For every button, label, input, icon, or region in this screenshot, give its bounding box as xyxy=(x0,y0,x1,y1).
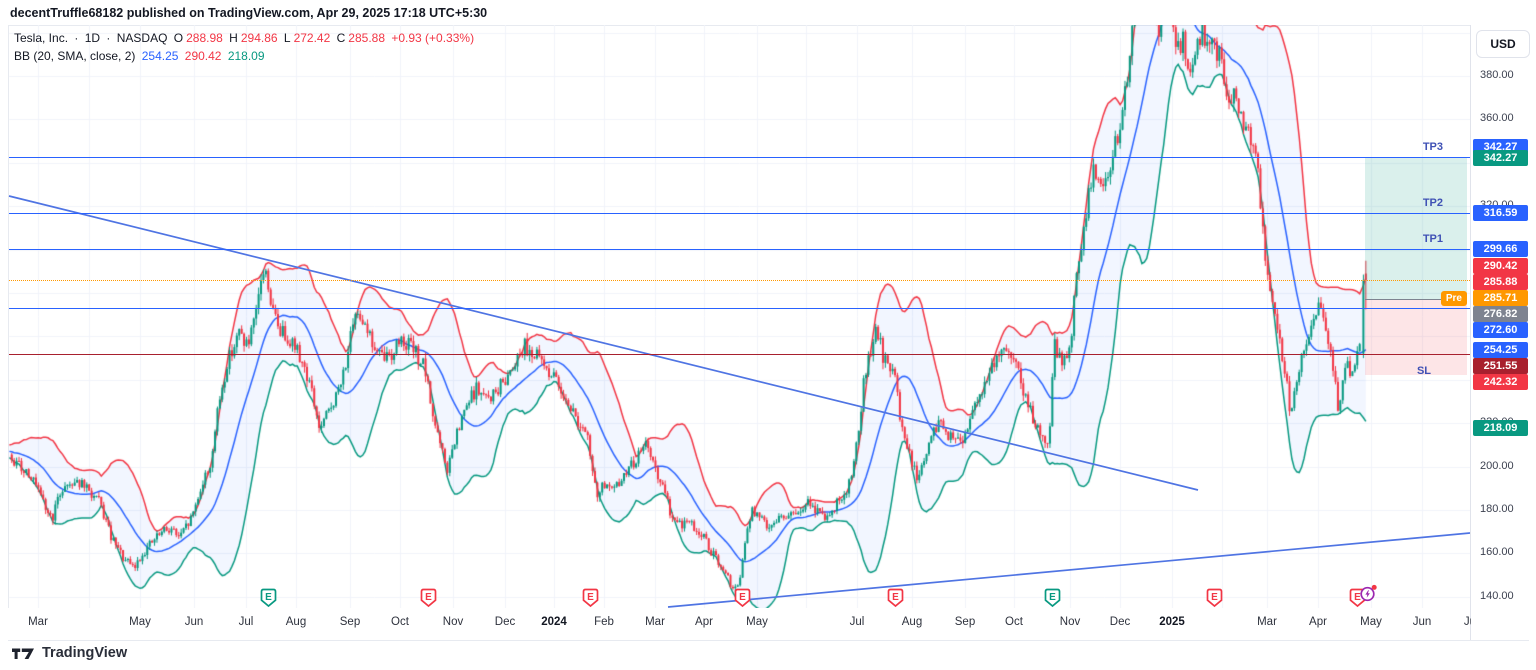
bb-middle-value: 254.25 xyxy=(142,49,179,63)
timeframe[interactable]: 1D xyxy=(85,31,100,45)
price-label: 254.25 xyxy=(1473,342,1528,358)
exchange: NASDAQ xyxy=(117,31,168,45)
price-label: 272.60 xyxy=(1473,322,1528,338)
high-value: 294.86 xyxy=(241,31,278,45)
month-label: Mar xyxy=(1257,616,1277,628)
year-label: 2024 xyxy=(541,616,567,628)
svg-text:E: E xyxy=(265,592,272,603)
open-value: 288.98 xyxy=(186,31,223,45)
price-tick: 180.00 xyxy=(1480,503,1514,515)
tp1-label: TP1 xyxy=(1423,233,1443,245)
svg-text:E: E xyxy=(425,592,432,603)
month-label: Apr xyxy=(695,616,713,628)
price-label: 276.82 xyxy=(1473,306,1528,322)
month-label: Sep xyxy=(955,616,975,628)
price-label: 299.66 xyxy=(1473,241,1528,257)
tradingview-published-chart: decentTruffle68182 published on TradingV… xyxy=(0,0,1536,670)
close-value: 285.88 xyxy=(348,31,385,45)
trendlines-layer[interactable] xyxy=(0,25,1470,608)
symbol-header-row[interactable]: Tesla, Inc. · 1D · NASDAQ O288.98 H294.8… xyxy=(14,31,477,45)
price-tick: 140.00 xyxy=(1480,590,1514,602)
time-axis[interactable]: Mar May Jun Jul Aug Sep Oct Nov Dec 2024 Feb Mar Apr… xyxy=(0,608,1470,640)
attribution-text: decentTruffle68182 published on TradingV… xyxy=(10,6,487,20)
level-line-tp1[interactable] xyxy=(9,249,1470,250)
month-label: Mar xyxy=(28,616,48,628)
month-label: May xyxy=(129,616,151,628)
price-label: 290.42 xyxy=(1473,258,1528,274)
svg-text:E: E xyxy=(1049,592,1056,603)
month-label: Aug xyxy=(902,616,922,628)
tradingview-logo-text: TradingView xyxy=(42,645,127,661)
month-label: Dec xyxy=(1110,616,1130,628)
price-label: 285.71 xyxy=(1473,290,1528,306)
trendline-descending[interactable] xyxy=(9,196,1198,490)
bb-lower-value: 218.09 xyxy=(228,49,265,63)
month-label: Mar xyxy=(645,616,665,628)
price-tick: 200.00 xyxy=(1480,460,1514,472)
month-label: Nov xyxy=(443,616,463,628)
month-label: Dec xyxy=(495,616,515,628)
month-label: Jul xyxy=(850,616,865,628)
indicator-name[interactable]: BB (20, SMA, close, 2) xyxy=(14,49,135,63)
svg-text:E: E xyxy=(1211,592,1218,603)
earnings-badge[interactable]: E xyxy=(582,588,614,610)
indicator-header-row[interactable]: BB (20, SMA, close, 2) 254.25 290.42 218… xyxy=(14,49,268,63)
bb-upper-value: 290.42 xyxy=(185,49,222,63)
earnings-badge[interactable]: E xyxy=(1206,588,1238,610)
month-label: Jun xyxy=(185,616,204,628)
month-label: Feb xyxy=(594,616,614,628)
low-value: 272.42 xyxy=(294,31,331,45)
tradingview-logo-icon xyxy=(12,646,35,661)
change-value: +0.93 (+0.33%) xyxy=(391,31,474,45)
month-label: May xyxy=(1360,616,1382,628)
month-label: Sep xyxy=(340,616,360,628)
price-tick: 160.00 xyxy=(1480,546,1514,558)
year-label: 2025 xyxy=(1159,616,1185,628)
level-line-horizontal-251[interactable] xyxy=(9,354,1470,355)
tp3-label: TP3 xyxy=(1423,141,1443,153)
earnings-badge[interactable]: E xyxy=(420,588,452,610)
month-label: May xyxy=(746,616,768,628)
tradingview-logo[interactable]: TradingView xyxy=(12,645,127,661)
premarket-tag: Pre xyxy=(1441,291,1467,306)
price-label: 342.27 xyxy=(1473,150,1528,166)
level-line-support-272[interactable] xyxy=(9,308,1470,309)
earnings-badge[interactable]: E xyxy=(1349,588,1381,610)
symbol-name[interactable]: Tesla, Inc. xyxy=(14,31,68,45)
earnings-alarm-icon xyxy=(1359,584,1378,603)
earnings-badge[interactable]: E xyxy=(887,588,919,610)
price-tick: 380.00 xyxy=(1480,69,1514,81)
price-label: 316.59 xyxy=(1473,205,1528,221)
month-label: Apr xyxy=(1309,616,1327,628)
chart-pane[interactable]: E E E E E E E E TP3 TP2 TP1 SL Pre Tesla… xyxy=(0,25,1470,608)
price-label: 242.32 xyxy=(1473,374,1528,390)
earnings-badge[interactable]: E xyxy=(1044,588,1076,610)
month-label: Oct xyxy=(1005,616,1023,628)
level-line-premarket-price[interactable] xyxy=(9,280,1470,281)
svg-text:E: E xyxy=(739,592,746,603)
price-tick: 360.00 xyxy=(1480,112,1514,124)
price-scale[interactable]: USD 380.00360.00340.00320.00300.00280.00… xyxy=(1471,25,1536,640)
earnings-badge[interactable]: E xyxy=(260,588,292,610)
level-line-tp2[interactable] xyxy=(9,213,1470,214)
month-label: Nov xyxy=(1060,616,1080,628)
tp2-label: TP2 xyxy=(1423,197,1443,209)
month-label: Oct xyxy=(391,616,409,628)
month-label: Aug xyxy=(286,616,306,628)
month-label: Jul xyxy=(239,616,254,628)
month-label: Jun xyxy=(1413,616,1432,628)
price-label: 251.55 xyxy=(1473,358,1528,374)
level-line-tp3[interactable] xyxy=(9,157,1470,158)
price-label: 218.09 xyxy=(1473,420,1528,436)
currency-button[interactable]: USD xyxy=(1476,30,1530,58)
svg-text:E: E xyxy=(892,592,899,603)
price-label: 285.88 xyxy=(1473,274,1528,290)
earnings-badge[interactable]: E xyxy=(734,588,766,610)
sl-label: SL xyxy=(1417,365,1431,377)
svg-text:E: E xyxy=(587,592,594,603)
